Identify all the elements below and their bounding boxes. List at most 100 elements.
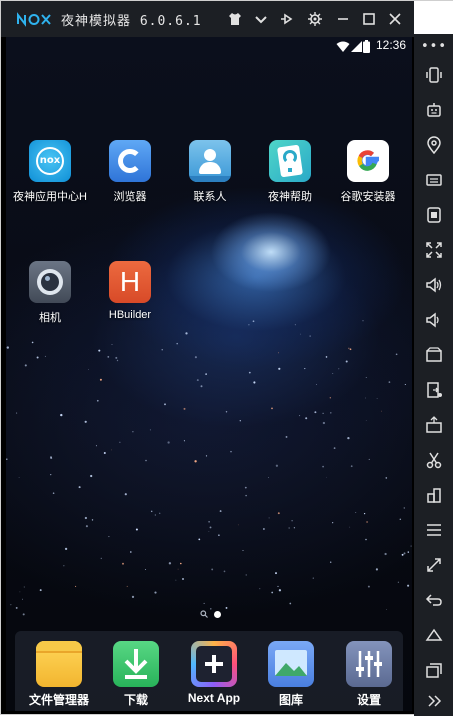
resize-button[interactable] [414,550,453,580]
pin-button[interactable] [277,9,297,29]
star [154,514,156,516]
google-g-icon [357,150,379,171]
star [211,568,214,571]
star [278,367,281,370]
screenshot-icon [427,207,441,223]
apk-install-button[interactable] [414,410,453,440]
volume-down-button[interactable] [414,305,453,335]
theme-button[interactable] [225,9,245,29]
app-hbuilder[interactable]: H HBuilder [90,261,170,321]
star [363,512,366,515]
star [19,591,21,593]
star [376,398,378,399]
volume-down-icon [426,312,439,328]
dock-next-app[interactable]: Next App [178,641,250,705]
hbuilder-glyph: H [119,266,141,297]
page-indicator[interactable] [200,610,221,618]
app-browser[interactable]: 浏览器 [90,140,170,204]
star [365,538,367,541]
star [366,521,369,523]
star [98,349,101,352]
star [208,530,210,532]
star [347,436,350,440]
minimize-button[interactable] [333,9,353,29]
app-nox-help[interactable]: 夜神帮助 [250,140,330,204]
star [203,602,205,604]
dock-file-manager[interactable]: 文件管理器 [23,641,95,708]
star [15,606,18,609]
star [407,584,410,587]
dock-settings[interactable]: 设置 [333,641,405,708]
app-contacts[interactable]: 联系人 [170,140,250,204]
recents-icon [426,663,442,678]
star [365,377,367,379]
star [180,562,182,565]
settings-button[interactable] [305,9,325,29]
title-bar[interactable]: 夜神模拟器 6.0.6.1 [1,1,414,37]
dock-gallery[interactable]: 图库 [255,641,327,708]
star [225,606,228,609]
star [208,521,210,523]
star [278,352,280,354]
maximize-button[interactable] [359,9,379,29]
star [326,476,327,478]
nox-help-icon [269,140,311,182]
star [36,356,39,359]
star [18,476,20,478]
building-icon [427,488,441,503]
right-toolbar: ••• [414,34,453,716]
back-button[interactable] [414,585,453,615]
star [196,379,199,382]
multi-instance-button[interactable] [414,375,453,405]
dock-download[interactable]: 下载 [100,641,172,708]
app-google-installer[interactable]: 谷歌安装器 [328,140,408,204]
star [252,320,255,323]
star [312,577,314,579]
dock-label: 设置 [356,693,381,707]
star [87,369,89,370]
star [345,360,348,363]
keyboard-button[interactable] [414,165,453,195]
titlebar-corner [414,1,453,34]
nox-app-center-icon: nox [29,140,71,182]
current-page-dot [214,610,221,618]
android-screen[interactable]: 12:36 nox 夜神应用中心H 浏览器 联系人 夜神帮助 谷歌安装器 相机 … [6,37,412,711]
star [305,417,308,420]
fullscreen-button[interactable] [414,235,453,265]
more-button[interactable]: ••• [414,31,453,61]
star [271,407,273,410]
menu-button[interactable] [414,515,453,545]
building-button[interactable] [414,480,453,510]
star [131,595,135,599]
dropdown-button[interactable] [251,9,271,29]
scissors-button[interactable] [414,445,453,475]
app-camera[interactable]: 相机 [10,261,90,325]
recents-button[interactable] [414,655,453,685]
volume-up-button[interactable] [414,270,453,300]
home-icon [425,628,443,641]
star [253,381,256,384]
star [52,492,55,495]
star [194,356,197,359]
robot-button[interactable] [414,95,453,125]
star [381,410,382,412]
screenshot-button[interactable] [414,200,453,230]
shake-button[interactable] [414,60,453,90]
star [237,524,239,526]
home-button[interactable] [414,620,453,650]
star [288,527,290,529]
star [304,368,306,370]
star [129,551,132,553]
star [24,364,27,367]
star [50,473,52,476]
star [338,368,340,370]
star [385,477,388,479]
star [275,464,279,467]
location-button[interactable] [414,130,453,160]
expand-button[interactable] [414,686,453,716]
app-nox-center[interactable]: nox 夜神应用中心H [10,140,90,204]
record-button[interactable] [414,340,453,370]
close-button[interactable] [385,9,405,29]
plus-icon [205,655,223,673]
star [322,412,324,414]
